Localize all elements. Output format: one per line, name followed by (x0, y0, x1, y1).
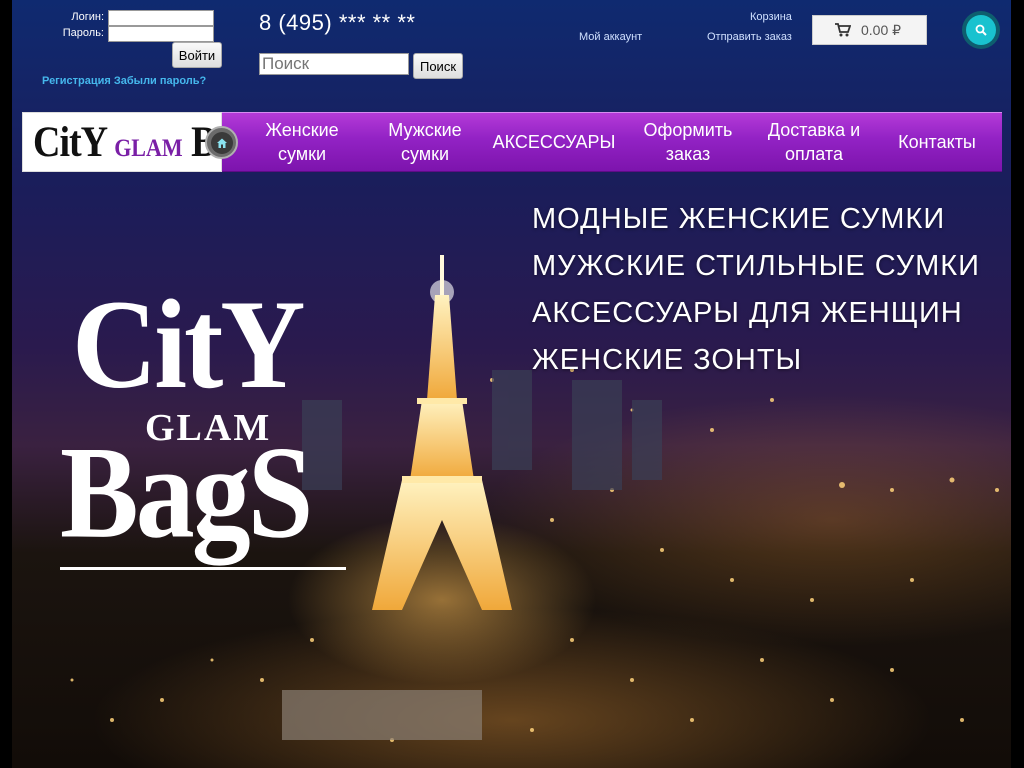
register-link[interactable]: Регистрация (42, 75, 111, 87)
eiffel-tower-image (372, 255, 512, 610)
nav-item-delivery[interactable]: Доставка и оплата (756, 113, 872, 171)
phone-number: 8 (495) *** ** ** (259, 10, 416, 35)
forgot-password-link[interactable]: Забыли пароль? (114, 75, 206, 87)
left-edge (0, 0, 12, 768)
login-links: Регистрация Забыли пароль? (42, 75, 206, 87)
promo-item-womens-bags[interactable]: МОДНЫЕ ЖЕНСКИЕ СУМКИ (532, 196, 980, 243)
page-background: Логин: Пароль: Войти Регистрация Забыли … (12, 0, 1011, 768)
hero-logo-underline (60, 567, 346, 570)
promo-list: МОДНЫЕ ЖЕНСКИЕ СУМКИ МУЖСКИЕ СТИЛЬНЫЕ СУ… (532, 196, 980, 384)
nav-item-womens-bags[interactable]: Женские сумки (242, 113, 362, 171)
password-label: Пароль: (62, 27, 104, 39)
password-input[interactable] (108, 26, 214, 42)
promo-item-accessories[interactable]: АКСЕССУАРЫ ДЛЯ ЖЕНЩИН (532, 290, 980, 337)
nav-item-accessories[interactable]: АКСЕССУАРЫ (484, 113, 624, 171)
site-logo[interactable]: CitY GLAM BagS (22, 112, 273, 172)
cart-icon (835, 23, 851, 37)
nav-item-mens-bags[interactable]: Мужские сумки (370, 113, 480, 171)
hero-logo: CitY GLAM BagS (60, 273, 350, 580)
search-button[interactable]: Поиск (413, 53, 463, 79)
promo-item-umbrellas[interactable]: ЖЕНСКИЕ ЗОНТЫ (532, 337, 980, 384)
nav-item-checkout[interactable]: Оформить заказ (630, 113, 746, 171)
search-icon (975, 24, 987, 36)
home-button[interactable] (205, 126, 238, 159)
right-edge (1011, 0, 1024, 768)
login-input[interactable] (108, 10, 214, 26)
search-input[interactable] (259, 53, 409, 75)
send-order-link[interactable]: Отправить заказ (707, 31, 792, 43)
search-toggle-button[interactable] (962, 11, 1000, 49)
main-nav: Женские сумки Мужские сумки АКСЕССУАРЫ О… (222, 112, 1002, 172)
home-icon (216, 138, 227, 148)
login-label: Логин: (71, 11, 104, 23)
cart-link[interactable]: Корзина (750, 11, 792, 23)
nav-item-contacts[interactable]: Контакты (882, 113, 992, 171)
cart-total: 0.00 ₽ (861, 21, 902, 38)
hero-logo-bags: BagS (60, 418, 313, 566)
my-account-link[interactable]: Мой аккаунт (579, 31, 642, 43)
hero-logo-city: CitY (72, 273, 306, 415)
cart-widget[interactable]: 0.00 ₽ (812, 15, 927, 45)
promo-item-mens-bags[interactable]: МУЖСКИЕ СТИЛЬНЫЕ СУМКИ (532, 243, 980, 290)
login-button[interactable]: Войти (172, 42, 222, 68)
